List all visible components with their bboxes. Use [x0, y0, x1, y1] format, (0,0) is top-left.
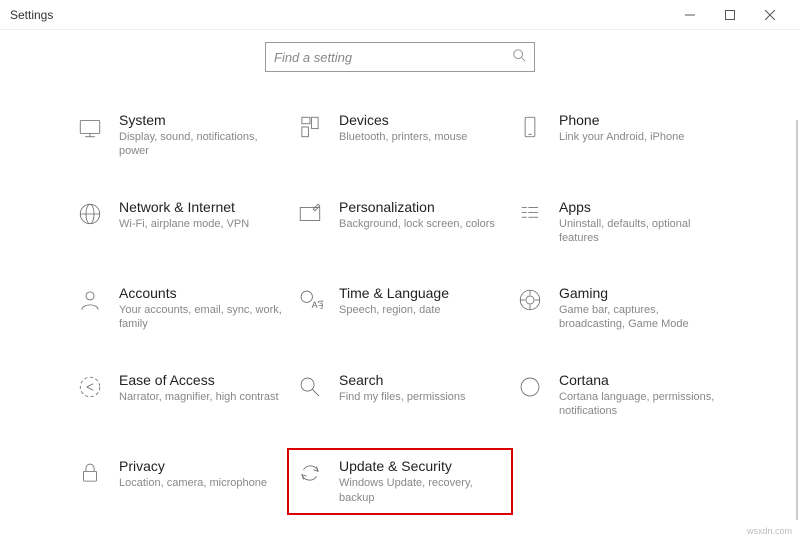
category-desc: Cortana language, permissions, notificat…	[559, 390, 725, 419]
category-cortana[interactable]: Cortana Cortana language, permissions, no…	[515, 372, 725, 419]
category-desc: Windows Update, recovery, backup	[339, 476, 505, 505]
category-text: Privacy Location, camera, microphone	[119, 458, 285, 490]
category-title: Personalization	[339, 199, 505, 215]
category-text: Gaming Game bar, captures, broadcasting, …	[559, 285, 725, 332]
category-system[interactable]: System Display, sound, notifications, pow…	[75, 112, 285, 159]
category-title: Network & Internet	[119, 199, 285, 215]
category-devices[interactable]: Devices Bluetooth, printers, mouse	[295, 112, 505, 159]
gaming-icon	[515, 285, 545, 315]
category-text: Ease of Access Narrator, magnifier, high …	[119, 372, 285, 404]
category-desc: Link your Android, iPhone	[559, 130, 725, 144]
apps-icon	[515, 199, 545, 229]
titlebar: Settings	[0, 0, 800, 30]
content-area: System Display, sound, notifications, pow…	[0, 30, 800, 505]
category-text: Phone Link your Android, iPhone	[559, 112, 725, 144]
category-text: System Display, sound, notifications, pow…	[119, 112, 285, 159]
category-text: Update & Security Windows Update, recover…	[339, 458, 505, 505]
category-phone[interactable]: Phone Link your Android, iPhone	[515, 112, 725, 159]
category-text: Search Find my files, permissions	[339, 372, 505, 404]
category-ease[interactable]: Ease of Access Narrator, magnifier, high …	[75, 372, 285, 419]
update-icon	[295, 458, 325, 488]
devices-icon	[295, 112, 325, 142]
category-gaming[interactable]: Gaming Game bar, captures, broadcasting, …	[515, 285, 725, 332]
svg-text:A字: A字	[312, 299, 323, 310]
category-title: Update & Security	[339, 458, 505, 474]
category-text: Accounts Your accounts, email, sync, work…	[119, 285, 285, 332]
minimize-button[interactable]	[670, 0, 710, 30]
category-title: Gaming	[559, 285, 725, 301]
category-desc: Uninstall, defaults, optional features	[559, 217, 725, 246]
category-accounts[interactable]: Accounts Your accounts, email, sync, work…	[75, 285, 285, 332]
network-icon	[75, 199, 105, 229]
cortana-icon	[515, 372, 545, 402]
category-text: Devices Bluetooth, printers, mouse	[339, 112, 505, 144]
category-text: Cortana Cortana language, permissions, no…	[559, 372, 725, 419]
category-title: Devices	[339, 112, 505, 128]
category-desc: Find my files, permissions	[339, 390, 505, 404]
category-desc: Bluetooth, printers, mouse	[339, 130, 505, 144]
category-desc: Narrator, magnifier, high contrast	[119, 390, 285, 404]
search-box[interactable]	[265, 42, 535, 72]
accounts-icon	[75, 285, 105, 315]
category-time[interactable]: A字 Time & Language Speech, region, date	[295, 285, 505, 332]
category-privacy[interactable]: Privacy Location, camera, microphone	[75, 458, 285, 505]
category-desc: Background, lock screen, colors	[339, 217, 505, 231]
category-title: Privacy	[119, 458, 285, 474]
time-icon: A字	[295, 285, 325, 315]
category-network[interactable]: Network & Internet Wi-Fi, airplane mode, …	[75, 199, 285, 246]
category-title: Accounts	[119, 285, 285, 301]
window-controls	[670, 0, 790, 30]
category-update[interactable]: Update & Security Windows Update, recover…	[287, 448, 513, 515]
scrollbar[interactable]	[796, 120, 798, 520]
category-apps[interactable]: Apps Uninstall, defaults, optional featur…	[515, 199, 725, 246]
category-title: Cortana	[559, 372, 725, 388]
privacy-icon	[75, 458, 105, 488]
category-title: System	[119, 112, 285, 128]
category-text: Time & Language Speech, region, date	[339, 285, 505, 317]
category-text: Personalization Background, lock screen, …	[339, 199, 505, 231]
category-title: Search	[339, 372, 505, 388]
phone-icon	[515, 112, 545, 142]
search-container	[0, 42, 800, 72]
category-desc: Speech, region, date	[339, 303, 505, 317]
close-button[interactable]	[750, 0, 790, 30]
category-text: Network & Internet Wi-Fi, airplane mode, …	[119, 199, 285, 231]
window-title: Settings	[10, 8, 670, 22]
search-icon	[512, 48, 526, 67]
search-input[interactable]	[274, 50, 512, 65]
search-icon	[295, 372, 325, 402]
category-desc: Game bar, captures, broadcasting, Game M…	[559, 303, 725, 332]
category-title: Phone	[559, 112, 725, 128]
personalization-icon	[295, 199, 325, 229]
system-icon	[75, 112, 105, 142]
category-desc: Display, sound, notifications, power	[119, 130, 285, 159]
settings-grid: System Display, sound, notifications, pow…	[0, 112, 800, 505]
category-title: Ease of Access	[119, 372, 285, 388]
maximize-button[interactable]	[710, 0, 750, 30]
category-text: Apps Uninstall, defaults, optional featur…	[559, 199, 725, 246]
category-personalization[interactable]: Personalization Background, lock screen, …	[295, 199, 505, 246]
category-search[interactable]: Search Find my files, permissions	[295, 372, 505, 419]
category-desc: Your accounts, email, sync, work, family	[119, 303, 285, 332]
category-desc: Wi-Fi, airplane mode, VPN	[119, 217, 285, 231]
watermark: wsxdn.com	[747, 526, 792, 536]
category-desc: Location, camera, microphone	[119, 476, 285, 490]
category-title: Time & Language	[339, 285, 505, 301]
ease-icon	[75, 372, 105, 402]
category-title: Apps	[559, 199, 725, 215]
